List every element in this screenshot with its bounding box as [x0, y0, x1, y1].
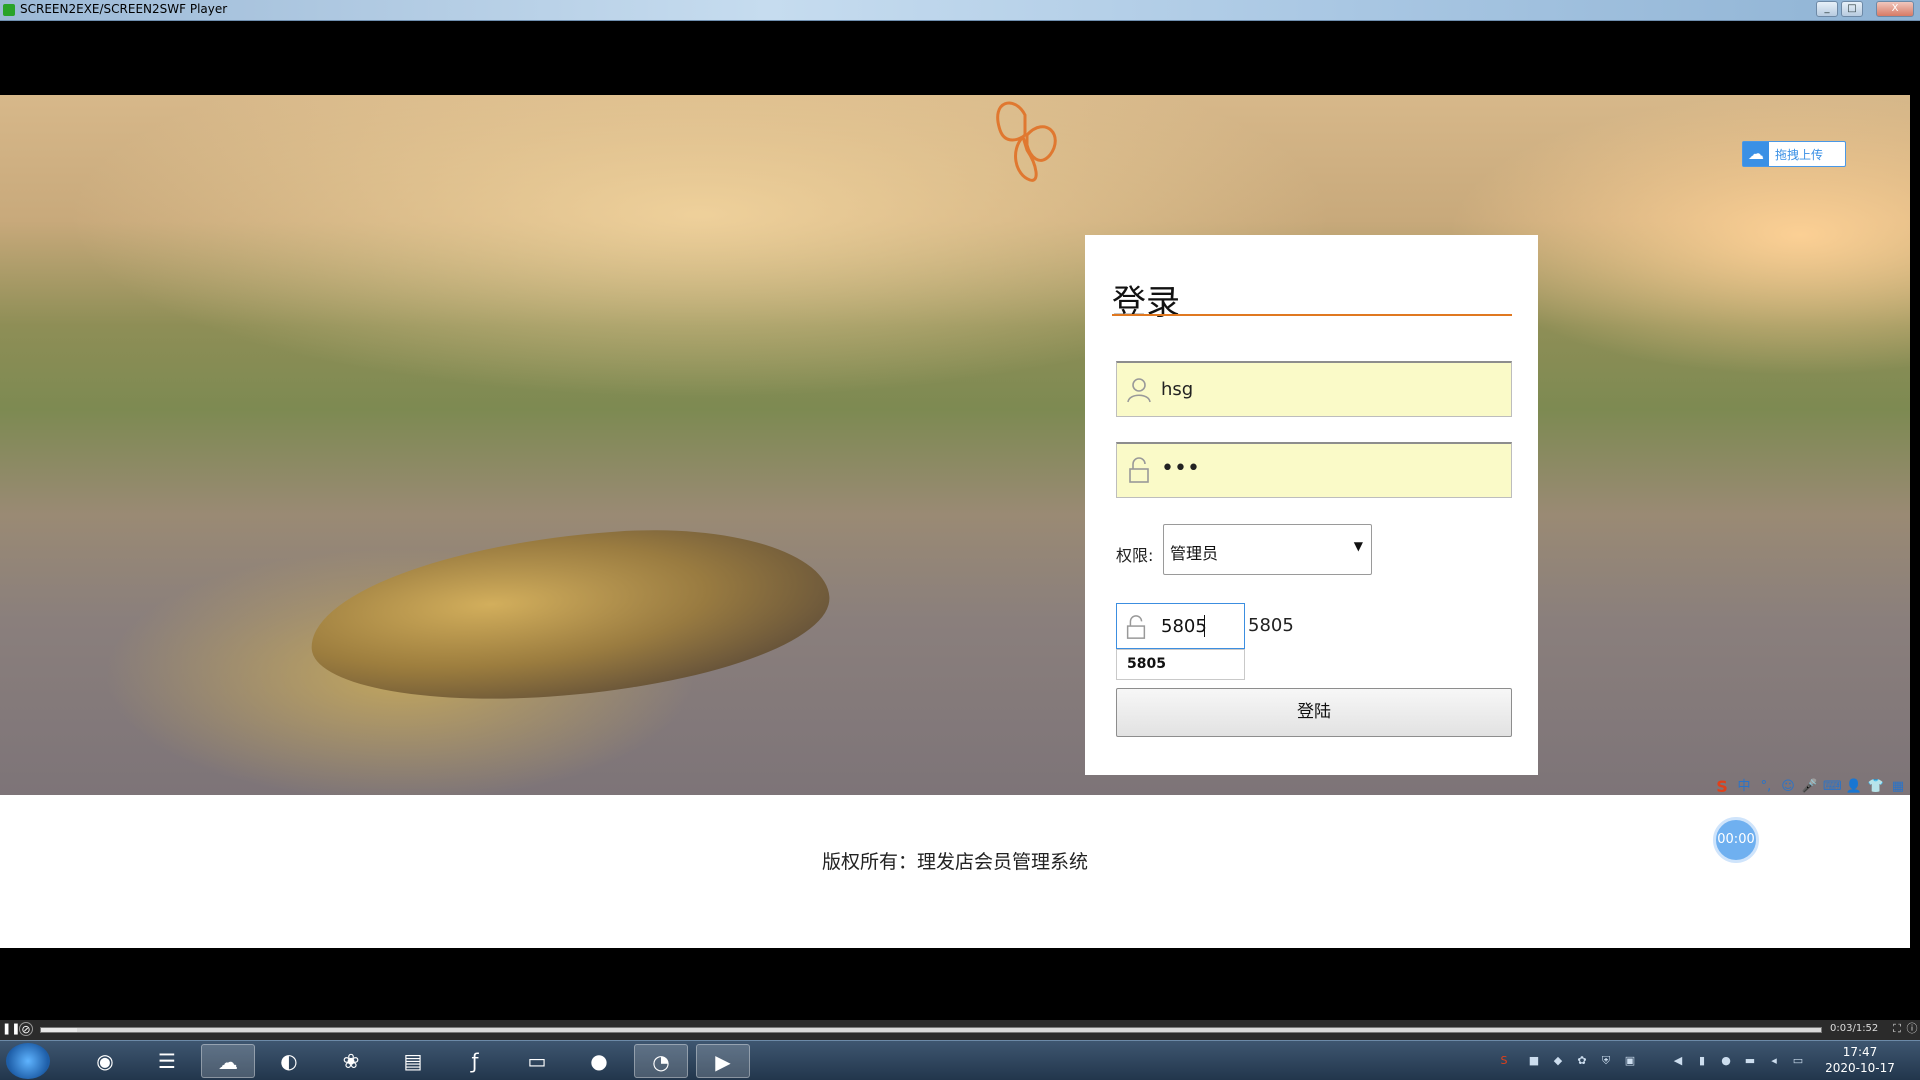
ime-punctuation-icon[interactable]: °,	[1757, 777, 1775, 797]
permission-label: 权限:	[1116, 546, 1154, 565]
playback-time: 0:03/1:52	[1830, 1023, 1879, 1034]
title-underline	[1112, 314, 1512, 316]
maximize-button[interactable]: □	[1841, 1, 1863, 17]
minimize-button[interactable]: _	[1816, 1, 1838, 17]
sogou-tray-icon[interactable]: S	[1496, 1053, 1512, 1069]
battery-icon[interactable]: ▬	[1742, 1053, 1758, 1069]
baidu-netdisk-icon[interactable]: ☁	[201, 1044, 255, 1078]
recording-timer[interactable]: 00:00	[1713, 817, 1759, 863]
tray-icon-2[interactable]: ◆	[1550, 1053, 1566, 1069]
action-center-icon[interactable]: ▭	[1790, 1053, 1806, 1069]
seek-bar[interactable]	[40, 1027, 1822, 1033]
seek-progress	[41, 1028, 77, 1032]
captcha-code[interactable]: 5805	[1248, 615, 1294, 636]
background-photo: ☁ 拖拽上传 登录 hsg ••• 权限: 管理员 ▼ 5805 5805 58…	[0, 95, 1910, 795]
username-field[interactable]: hsg	[1116, 361, 1512, 417]
tray-icon-1[interactable]: ■	[1526, 1053, 1542, 1069]
green-app-icon[interactable]: ❀	[324, 1044, 378, 1078]
fullscreen-icon[interactable]: ⛶	[1890, 1022, 1904, 1036]
dropdown-arrow-icon: ▼	[1353, 539, 1363, 553]
leaf-image	[305, 517, 835, 713]
ime-user-icon[interactable]: 👤	[1845, 777, 1863, 797]
drag-upload-label: 拖拽上传	[1775, 148, 1824, 162]
baidu-cloud-icon: ☁	[1743, 142, 1769, 166]
captcha-input[interactable]: 5805	[1116, 603, 1245, 649]
shield-icon[interactable]: ⛨	[1598, 1053, 1614, 1069]
butterfly-logo	[996, 101, 1057, 182]
text-caret	[1204, 615, 1205, 637]
window-titlebar: SCREEN2EXE/SCREEN2SWF Player _ □ X	[0, 0, 1920, 21]
sogou-ime-icon[interactable]: S	[1713, 777, 1731, 797]
qq-icon[interactable]: ●	[572, 1044, 626, 1078]
web-page: ☁ 拖拽上传 登录 hsg ••• 权限: 管理员 ▼ 5805 5805 58…	[0, 95, 1910, 948]
player-controls: ❚❚ ⊘ 0:03/1:52 ⛶ ⓘ	[0, 1020, 1920, 1040]
ime-toolbar: S 中 °, ☺ 🎤 ⌨ 👤 👕 ▦	[1713, 775, 1910, 801]
login-button[interactable]: 登陆	[1116, 688, 1512, 737]
app-icon	[3, 4, 15, 16]
qq-tray-icon[interactable]: ●	[1718, 1053, 1734, 1069]
ime-voice-icon[interactable]: 🎤	[1801, 777, 1819, 797]
system-clock[interactable]: 17:47 2020-10-17	[1820, 1044, 1900, 1076]
notepad-icon[interactable]: ▤	[386, 1044, 440, 1078]
windows-taskbar: ◉ ☰ ☁ ◐ ❀ ▤ ƒ ▭ ● ◔ ▶ S ■ ◆ ✿ ⛨ ▣ ◀ ▮ ● …	[0, 1040, 1920, 1080]
login-panel: 登录 hsg ••• 权限: 管理员 ▼ 5805 5805 5805 登陆	[1085, 235, 1538, 775]
volume-icon[interactable]: ◂	[1766, 1053, 1782, 1069]
permission-selected-value: 管理员	[1170, 544, 1219, 563]
eclipse-icon[interactable]: ☰	[140, 1044, 194, 1078]
lock-icon	[1129, 457, 1149, 483]
close-button[interactable]: X	[1876, 1, 1914, 17]
permission-select[interactable]: 管理员 ▼	[1163, 524, 1372, 575]
window-title: SCREEN2EXE/SCREEN2SWF Player	[20, 2, 228, 16]
tray-icon-3[interactable]: ✿	[1574, 1053, 1590, 1069]
info-icon[interactable]: ⓘ	[1905, 1022, 1919, 1036]
ime-emoji-icon[interactable]: ☺	[1779, 777, 1797, 797]
clock-time: 17:47	[1842, 1045, 1878, 1059]
player-icon[interactable]: ▶	[696, 1044, 750, 1078]
drag-upload-button[interactable]: ☁ 拖拽上传	[1742, 141, 1846, 167]
autocomplete-dropdown[interactable]: 5805	[1116, 649, 1245, 680]
stop-icon[interactable]: ⊘	[19, 1022, 33, 1036]
autocomplete-item[interactable]: 5805	[1127, 656, 1166, 672]
ime-tools-icon[interactable]: ▦	[1889, 777, 1907, 797]
page-footer: 版权所有：理发店会员管理系统	[0, 795, 1910, 948]
copyright-text: 版权所有：理发店会员管理系统	[821, 851, 1088, 873]
clock-date: 2020-10-17	[1825, 1061, 1895, 1075]
password-value: •••	[1161, 456, 1200, 481]
ime-chinese-mode-icon[interactable]: 中	[1735, 777, 1753, 797]
start-button[interactable]	[6, 1043, 50, 1079]
username-value: hsg	[1161, 379, 1194, 400]
wechat-icon[interactable]: ◔	[634, 1044, 688, 1078]
explorer-icon[interactable]: ▭	[510, 1044, 564, 1078]
ime-skin-icon[interactable]: 👕	[1867, 777, 1885, 797]
show-hidden-icons[interactable]: ◀	[1670, 1053, 1686, 1069]
pause-icon[interactable]: ❚❚	[2, 1022, 20, 1036]
flash-icon[interactable]: ƒ	[448, 1044, 502, 1078]
chrome-icon[interactable]: ◉	[78, 1044, 132, 1078]
captcha-value: 5805	[1161, 616, 1207, 637]
password-field[interactable]: •••	[1116, 442, 1512, 498]
network-icon[interactable]: ▮	[1694, 1053, 1710, 1069]
browser-icon[interactable]: ◐	[262, 1044, 316, 1078]
login-title: 登录	[1112, 283, 1180, 323]
ime-keyboard-icon[interactable]: ⌨	[1823, 777, 1842, 797]
lock-icon	[1126, 615, 1146, 639]
user-icon	[1127, 378, 1151, 403]
tray-icon-4[interactable]: ▣	[1622, 1053, 1638, 1069]
